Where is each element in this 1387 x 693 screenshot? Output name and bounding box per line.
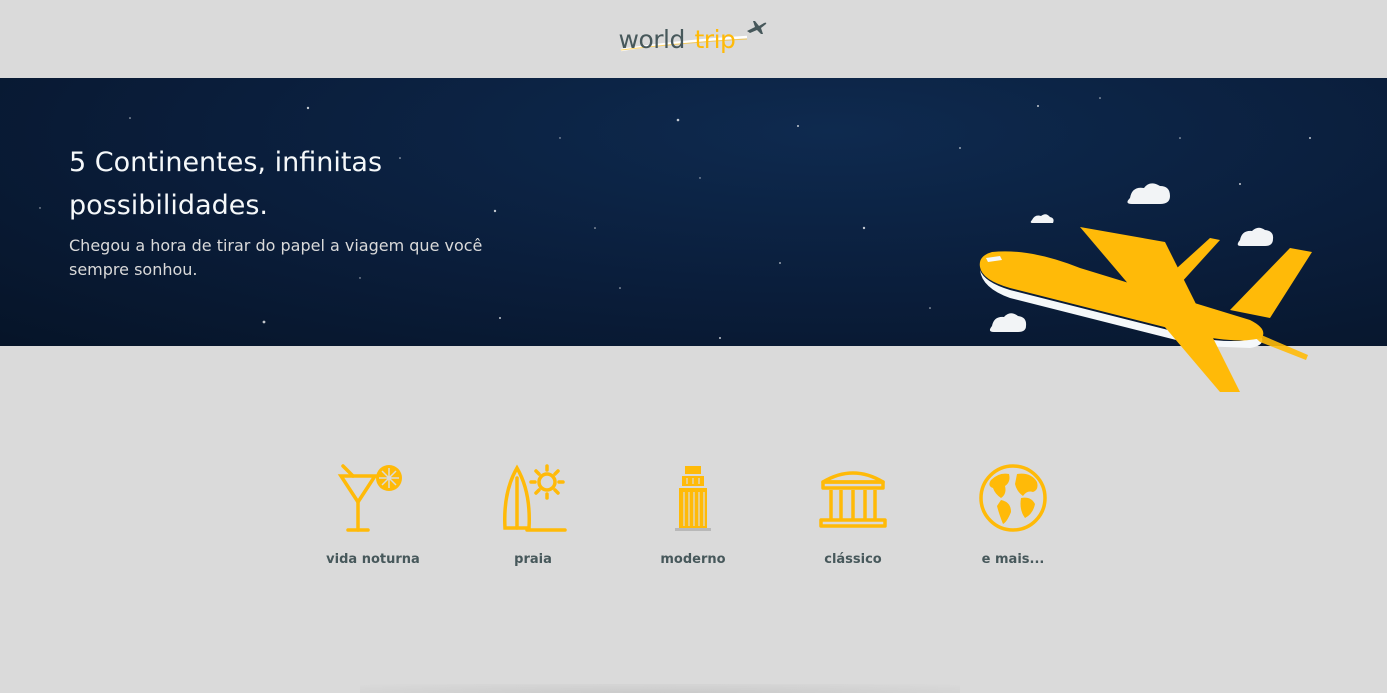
travel-type-label: moderno — [660, 552, 726, 567]
travel-type-praia[interactable]: praia — [473, 462, 593, 572]
travel-type-label: clássico — [824, 552, 882, 567]
travel-type-label: e mais... — [981, 552, 1045, 567]
surfboard-sun-icon — [503, 464, 567, 532]
travel-type-e-mais[interactable]: e mais... — [953, 462, 1073, 572]
travel-type-label: vida noturna — [326, 552, 420, 567]
travel-type-moderno[interactable]: moderno — [633, 462, 753, 572]
globe-icon — [979, 464, 1047, 532]
hero-banner: 5 Continentes, infinitas possibilidades.… — [0, 78, 1387, 392]
banner-subtitle: Chegou a hora de tirar do papel a viagem… — [69, 236, 483, 279]
travel-type-label: praia — [514, 552, 552, 567]
header: world trip — [0, 0, 1387, 78]
worldtrip-logo[interactable]: world trip — [619, 17, 769, 61]
airplane-illustration — [979, 183, 1312, 392]
airplane-icon — [746, 21, 766, 34]
skyscraper-icon — [675, 466, 711, 531]
travel-types: vida noturna praia moderno clássico e ma… — [300, 462, 1100, 582]
cocktail-icon — [337, 464, 402, 532]
travel-type-vida-noturna[interactable]: vida noturna — [313, 462, 433, 572]
travel-type-classico[interactable]: clássico — [793, 462, 913, 572]
logo-text-world: world — [618, 25, 686, 54]
classical-building-icon — [819, 471, 887, 528]
banner-title: 5 Continentes, infinitas possibilidades. — [69, 147, 383, 221]
divider-shadow — [360, 684, 960, 693]
logo-text-trip: trip — [694, 25, 736, 54]
